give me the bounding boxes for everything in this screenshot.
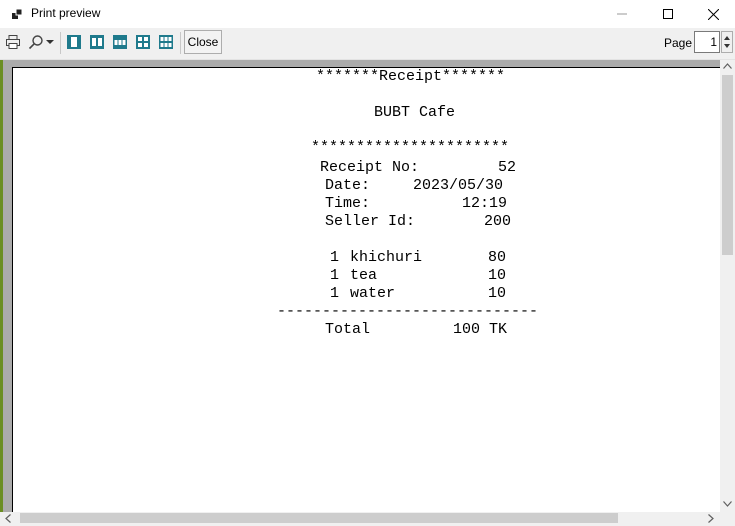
horizontal-scroll-thumb[interactable]: [20, 513, 618, 523]
zoom-dropdown-arrow-icon[interactable]: [44, 33, 56, 51]
print-preview-app-icon: [11, 7, 25, 21]
one-page-icon[interactable]: [65, 33, 83, 51]
time-label: Time:: [325, 195, 371, 212]
item-qty: 1: [330, 249, 340, 266]
title-bar: Print preview: [0, 0, 735, 28]
four-pages-icon[interactable]: [134, 33, 152, 51]
scroll-right-arrow-icon[interactable]: [708, 514, 714, 526]
maximize-button[interactable]: [645, 0, 691, 28]
seller-id-value: 200: [484, 213, 512, 230]
date-label: Date:: [325, 177, 371, 194]
vertical-scroll-thumb[interactable]: [722, 75, 733, 255]
divider-line: -----------------------------: [277, 303, 539, 320]
receipt-page: *******Receipt******* BUBT Cafe ********…: [12, 67, 721, 514]
window-title: Print preview: [31, 6, 101, 20]
zoom-icon[interactable]: [27, 33, 45, 51]
item-price: 10: [488, 267, 507, 284]
page-spinner[interactable]: [721, 31, 733, 53]
total-label: Total: [325, 321, 371, 338]
item-name: khichuri: [350, 249, 423, 266]
seller-id-label: Seller Id:: [325, 213, 416, 230]
item-qty: 1: [330, 267, 340, 284]
scroll-down-arrow-icon[interactable]: [723, 500, 732, 510]
print-icon[interactable]: [4, 33, 22, 51]
time-value: 12:19: [462, 195, 508, 212]
scroll-left-arrow-icon[interactable]: [5, 514, 11, 526]
item-name: tea: [350, 267, 378, 284]
three-pages-icon[interactable]: [111, 33, 129, 51]
close-preview-button[interactable]: Close: [184, 30, 222, 54]
receipt-header: *******Receipt*******: [316, 68, 506, 85]
minimize-button[interactable]: [599, 0, 645, 28]
stars-line: **********************: [311, 139, 510, 156]
shop-name: BUBT Cafe: [374, 104, 456, 121]
item-name: water: [350, 285, 396, 302]
date-value: 2023/05/30: [413, 177, 504, 194]
toolbar-separator: [180, 32, 181, 54]
six-pages-icon[interactable]: [157, 33, 175, 51]
item-qty: 1: [330, 285, 340, 302]
close-window-button[interactable]: [690, 0, 735, 28]
two-pages-icon[interactable]: [88, 33, 106, 51]
toolbar: Close Page 1: [0, 28, 735, 60]
page-number-input[interactable]: 1: [694, 31, 720, 53]
item-price: 80: [488, 249, 507, 266]
total-value: 100 TK: [453, 321, 508, 338]
background-strip: [0, 60, 3, 512]
toolbar-separator: [60, 32, 61, 54]
item-price: 10: [488, 285, 507, 302]
receipt-no-value: 52: [498, 159, 517, 176]
scroll-up-arrow-icon[interactable]: [723, 62, 732, 72]
receipt-no-label: Receipt No:: [320, 159, 420, 176]
scrollbar-corner: [720, 512, 735, 524]
page-label: Page: [664, 36, 693, 50]
